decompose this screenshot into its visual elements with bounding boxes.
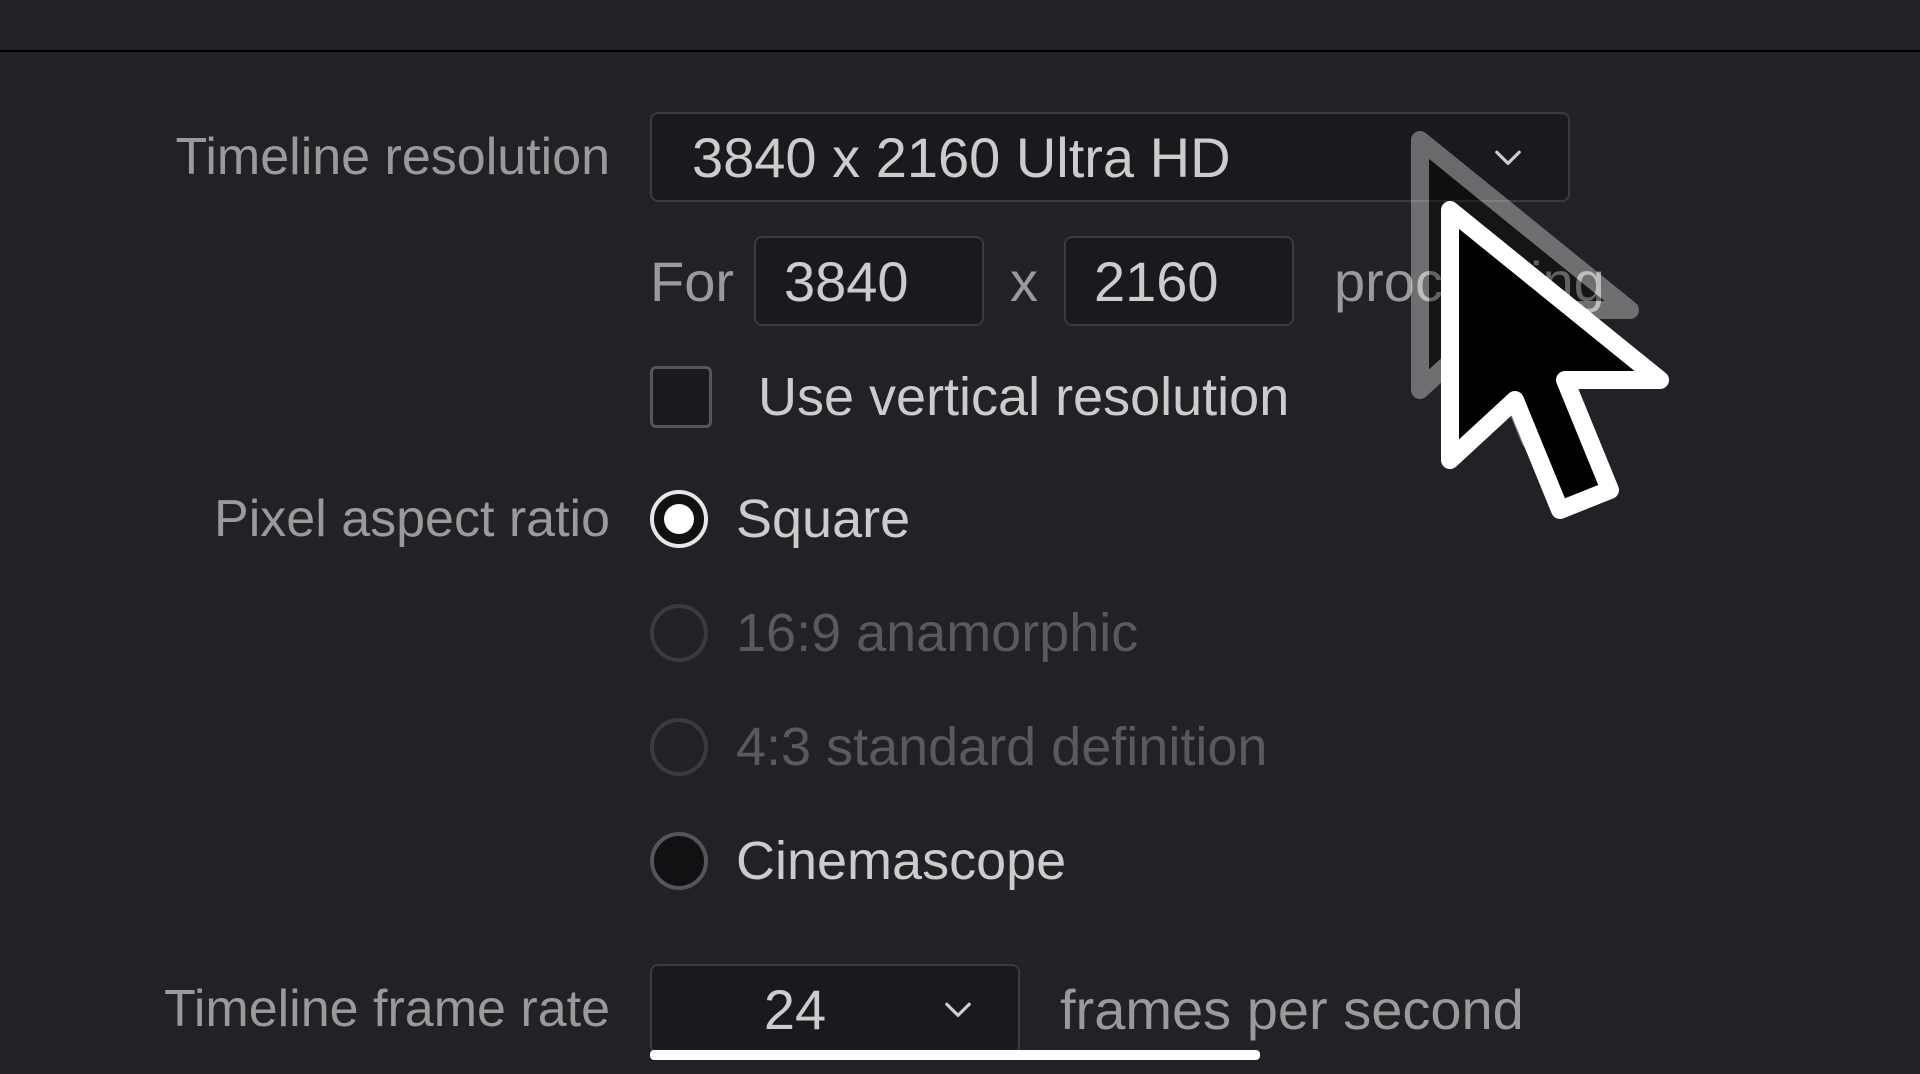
resolution-width-input[interactable]: 3840 (754, 236, 984, 326)
par-cinemascope-radio[interactable] (650, 832, 708, 890)
par-sd43-radio[interactable] (650, 718, 708, 776)
pixel-aspect-ratio-label: Pixel aspect ratio (0, 489, 650, 549)
x-label: x (1004, 249, 1044, 314)
timeline-resolution-label: Timeline resolution (0, 127, 650, 187)
bottom-indicator-bar (650, 1050, 1260, 1060)
chevron-down-icon (938, 989, 978, 1029)
timeline-resolution-value: 3840 x 2160 Ultra HD (692, 125, 1488, 190)
top-bar (0, 0, 1920, 52)
par-cinemascope-label: Cinemascope (736, 830, 1066, 892)
use-vertical-resolution-label: Use vertical resolution (758, 366, 1289, 428)
use-vertical-resolution-checkbox[interactable] (650, 366, 712, 428)
par-square-radio[interactable] (650, 490, 708, 548)
par-anamorphic-radio[interactable] (650, 604, 708, 662)
resolution-height-input[interactable]: 2160 (1064, 236, 1294, 326)
frames-per-second-label: frames per second (1060, 977, 1524, 1042)
par-anamorphic-label: 16:9 anamorphic (736, 602, 1138, 664)
timeline-resolution-select[interactable]: 3840 x 2160 Ultra HD (650, 112, 1570, 202)
processing-label: processing (1334, 249, 1605, 314)
timeline-frame-rate-select[interactable]: 24 (650, 964, 1020, 1054)
timeline-settings-form: Timeline resolution 3840 x 2160 Ultra HD… (0, 50, 1920, 1054)
for-label: For (650, 249, 734, 314)
timeline-frame-rate-label: Timeline frame rate (0, 979, 650, 1039)
par-square-label: Square (736, 488, 910, 550)
par-sd43-label: 4:3 standard definition (736, 716, 1267, 778)
chevron-down-icon (1488, 137, 1528, 177)
timeline-frame-rate-value: 24 (692, 977, 938, 1042)
